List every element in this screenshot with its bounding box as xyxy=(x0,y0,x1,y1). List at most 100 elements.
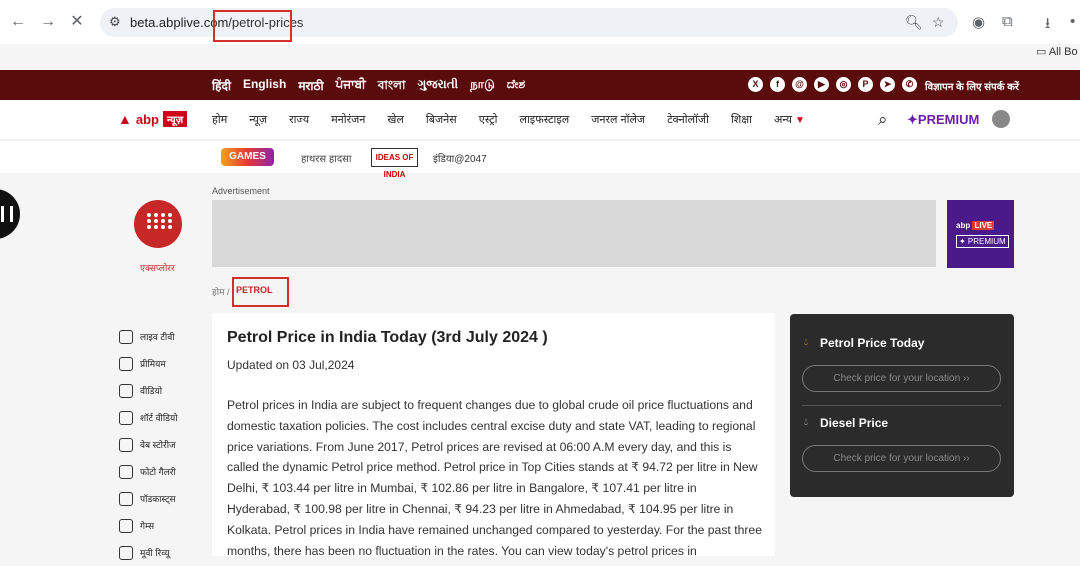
abp-logo[interactable]: ▲ abp न्यूज़ xyxy=(118,111,188,127)
zoom-icon[interactable]: 🔍︎ xyxy=(905,14,923,31)
article-card: Petrol Price in India Today (3rd July 20… xyxy=(212,313,775,558)
nav-more-menu[interactable]: अन्य ▼ xyxy=(774,112,805,127)
abp-logo-icon: ▲ xyxy=(118,111,132,127)
side-menu-item[interactable]: पॉडकास्ट्स xyxy=(119,485,178,512)
promo-brand: abp LIVE xyxy=(956,221,995,230)
breadcrumb-highlight xyxy=(232,277,289,307)
nav-item[interactable]: लाइफस्टाइल xyxy=(520,112,570,127)
pinterest-icon[interactable]: P xyxy=(858,77,873,92)
side-menu-label: शॉर्ट वीडियो xyxy=(140,413,178,423)
language-link[interactable]: मराठी xyxy=(298,77,323,97)
side-menu-label: वेब स्टोरीज xyxy=(140,440,176,450)
extensions-icon[interactable]: ⧉ xyxy=(1002,13,1013,30)
abp-live-premium-promo[interactable]: abp LIVE ✦ PREMIUM xyxy=(947,200,1014,268)
nav-item[interactable]: बिजनेस xyxy=(426,112,457,127)
nav-item[interactable]: होम xyxy=(212,112,227,127)
whatsapp-icon[interactable]: ✆ xyxy=(902,77,917,92)
language-links: हिंदी English मराठी ਪੰਜਾਬੀ বাংলা ગુજરાતી நாடு ದ… xyxy=(212,77,525,97)
premium-icon xyxy=(119,356,133,371)
nav-item[interactable]: शिक्षा xyxy=(731,112,752,127)
price-card: 💧︎ Petrol Price Today Check price for yo… xyxy=(790,314,1014,497)
telegram-icon[interactable]: ➤ xyxy=(880,77,895,92)
x-icon[interactable]: X xyxy=(748,77,763,92)
nav-item[interactable]: राज्य xyxy=(289,112,309,127)
side-menu: लाइव टीवी प्रीमियम वीडियो शॉर्ट वीडियो वेब स… xyxy=(119,323,178,566)
caret-down-icon: ▼ xyxy=(795,115,805,126)
side-menu-item[interactable]: शॉर्ट वीडियो xyxy=(119,404,178,431)
petrol-price-title: Petrol Price Today xyxy=(820,336,925,350)
forward-icon[interactable]: → xyxy=(38,12,58,32)
language-link[interactable]: हिंदी xyxy=(212,77,231,97)
back-icon[interactable]: ← xyxy=(8,12,28,32)
web-stories-icon xyxy=(119,437,133,452)
facebook-icon[interactable]: f xyxy=(770,77,785,92)
updated-date: Updated on 03 Jul,2024 xyxy=(227,358,355,372)
nav-item[interactable]: खेल xyxy=(387,112,403,127)
side-menu-item[interactable]: लाइव टीवी xyxy=(119,323,178,350)
language-link[interactable]: ગુજરાતી xyxy=(417,77,458,97)
side-menu-label: फोटो गैलरी xyxy=(140,467,176,477)
promo-premium-badge: ✦ PREMIUM xyxy=(956,235,1009,248)
side-menu-item[interactable]: वेब स्टोरीज xyxy=(119,431,178,458)
side-menu-label: वीडियो xyxy=(140,386,163,396)
language-link[interactable]: ದೇಶ xyxy=(507,77,525,97)
stop-loading-icon[interactable]: ✕ xyxy=(67,12,87,32)
nav-item[interactable]: टेक्नोलॉजी xyxy=(667,112,709,127)
language-link[interactable]: ਪੰਜਾਬੀ xyxy=(336,77,366,97)
movie-review-icon xyxy=(119,545,133,560)
language-link[interactable]: English xyxy=(243,77,286,97)
side-menu-item[interactable]: वीडियो xyxy=(119,377,178,404)
language-link[interactable]: বাংলা xyxy=(378,77,406,97)
petrol-check-price-button[interactable]: Check price for your location ›› xyxy=(802,365,1001,392)
trending-hathras-link[interactable]: हाथरस हादसा xyxy=(301,151,351,165)
side-menu-label: गेम्स xyxy=(140,521,155,531)
logo-abp-text: abp xyxy=(135,111,159,127)
side-menu-item[interactable]: फोटो गैलरी xyxy=(119,458,178,485)
social-links: X f @ ▶ ◎ P ➤ ✆ xyxy=(748,77,917,92)
diesel-price-title: Diesel Price xyxy=(820,416,889,430)
side-menu-item[interactable]: गेम्स xyxy=(119,512,178,539)
video-icon xyxy=(119,383,133,398)
side-menu-label: प्रीमियम xyxy=(140,359,166,369)
short-video-icon xyxy=(119,410,133,425)
instagram-icon[interactable]: ◎ xyxy=(836,77,851,92)
advertisement-banner[interactable] xyxy=(212,200,936,267)
live-tv-icon xyxy=(119,329,133,344)
side-menu-item[interactable]: प्रीमियम xyxy=(119,350,178,377)
floating-pause-button[interactable] xyxy=(0,189,20,239)
nav-item[interactable]: न्यूज़ xyxy=(249,112,267,127)
ideas-of-india-logo[interactable]: IDEAS OF INDIA xyxy=(371,148,418,179)
explore-button[interactable] xyxy=(134,200,182,248)
all-bookmarks[interactable]: ▭ All Bo xyxy=(1036,45,1078,58)
premium-link[interactable]: ✦PREMIUM xyxy=(907,112,979,128)
side-menu-label: मूवी रिव्यू xyxy=(140,548,170,558)
language-link[interactable]: நாடு xyxy=(470,77,495,97)
india-2047-link[interactable]: इंडिया@2047 xyxy=(433,151,487,165)
extension-status-icon[interactable]: ◉ xyxy=(972,13,985,31)
download-icon[interactable]: ⭳ xyxy=(1045,13,1050,38)
youtube-icon[interactable]: ▶ xyxy=(814,77,829,92)
advertise-contact-link[interactable]: विज्ञापन के लिए संपर्क करें xyxy=(925,79,1019,93)
games-icon xyxy=(119,518,133,533)
games-logo[interactable]: GAMES xyxy=(221,148,274,166)
divider xyxy=(802,405,1001,406)
logo-news-text: न्यूज़ xyxy=(162,111,188,127)
side-menu-item[interactable]: मूवी रिव्यू xyxy=(119,539,178,566)
nav-item[interactable]: मनोरंजन xyxy=(331,112,365,127)
nav-item[interactable]: जनरल नॉलेज xyxy=(591,112,645,127)
url-path-highlight xyxy=(213,10,292,42)
nav-links: होम न्यूज़ राज्य मनोरंजन खेल बिजनेस एस्ट्रो लाइ… xyxy=(212,112,827,127)
nav-item[interactable]: एस्ट्रो xyxy=(479,112,498,127)
breadcrumb-home[interactable]: होम / xyxy=(212,285,230,298)
bookmark-star-icon[interactable]: ☆ xyxy=(932,14,945,31)
site-info-icon[interactable]: ⚙ xyxy=(109,14,121,30)
threads-icon[interactable]: @ xyxy=(792,77,807,92)
profile-icon[interactable]: • xyxy=(1070,13,1075,30)
promo-live-badge: LIVE xyxy=(972,221,995,230)
user-avatar-icon[interactable] xyxy=(992,110,1010,128)
browser-toolbar: ← → ✕ ⚙ beta.abplive.com/petrol-prices 🔍… xyxy=(0,0,1080,44)
search-icon[interactable]: ⌕ xyxy=(878,110,888,130)
promo-brand-text: abp xyxy=(956,221,971,230)
bookmarks-label: All Bo xyxy=(1048,46,1078,58)
diesel-check-price-button[interactable]: Check price for your location ›› xyxy=(802,445,1001,472)
